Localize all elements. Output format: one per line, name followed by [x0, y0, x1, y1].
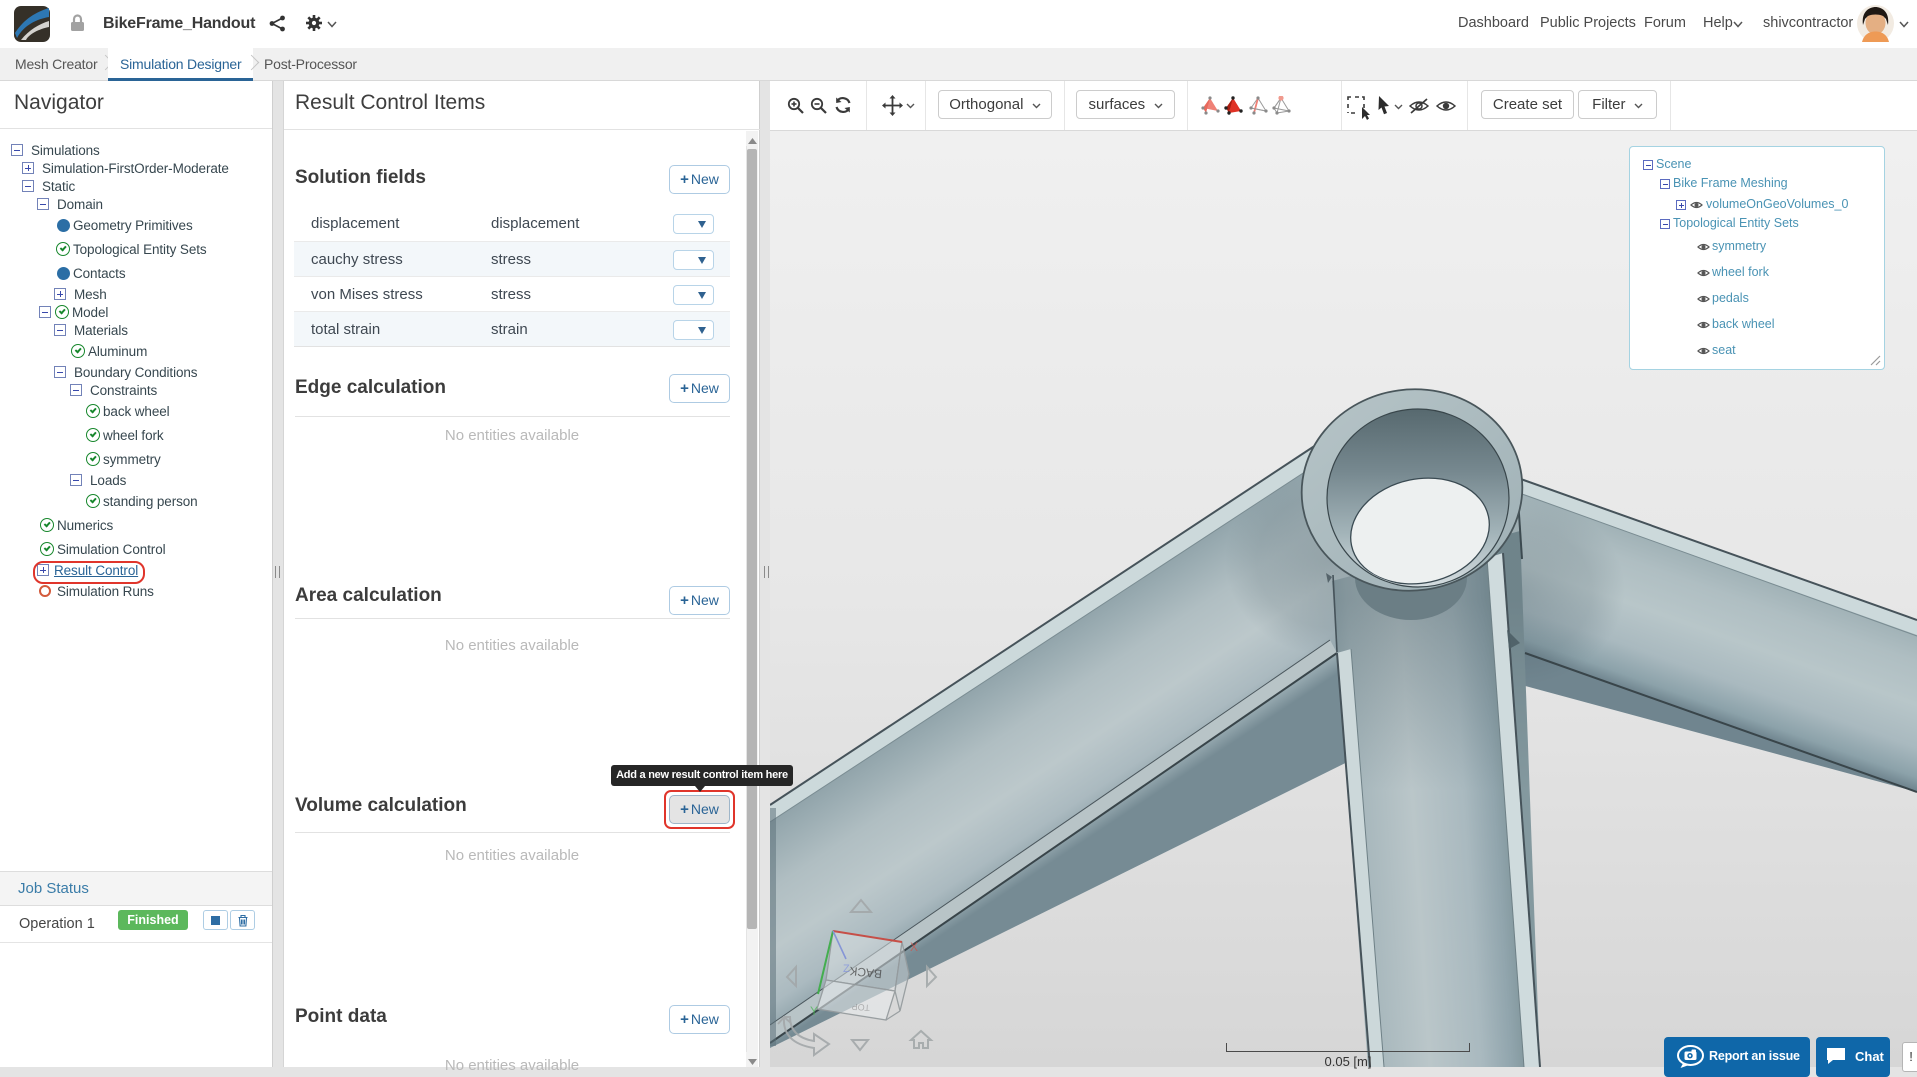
svg-text:TOP: TOP [851, 1002, 870, 1013]
svg-text:Z: Z [843, 963, 850, 975]
svg-text:Y: Y [810, 1004, 818, 1018]
svg-text:X: X [910, 940, 918, 954]
